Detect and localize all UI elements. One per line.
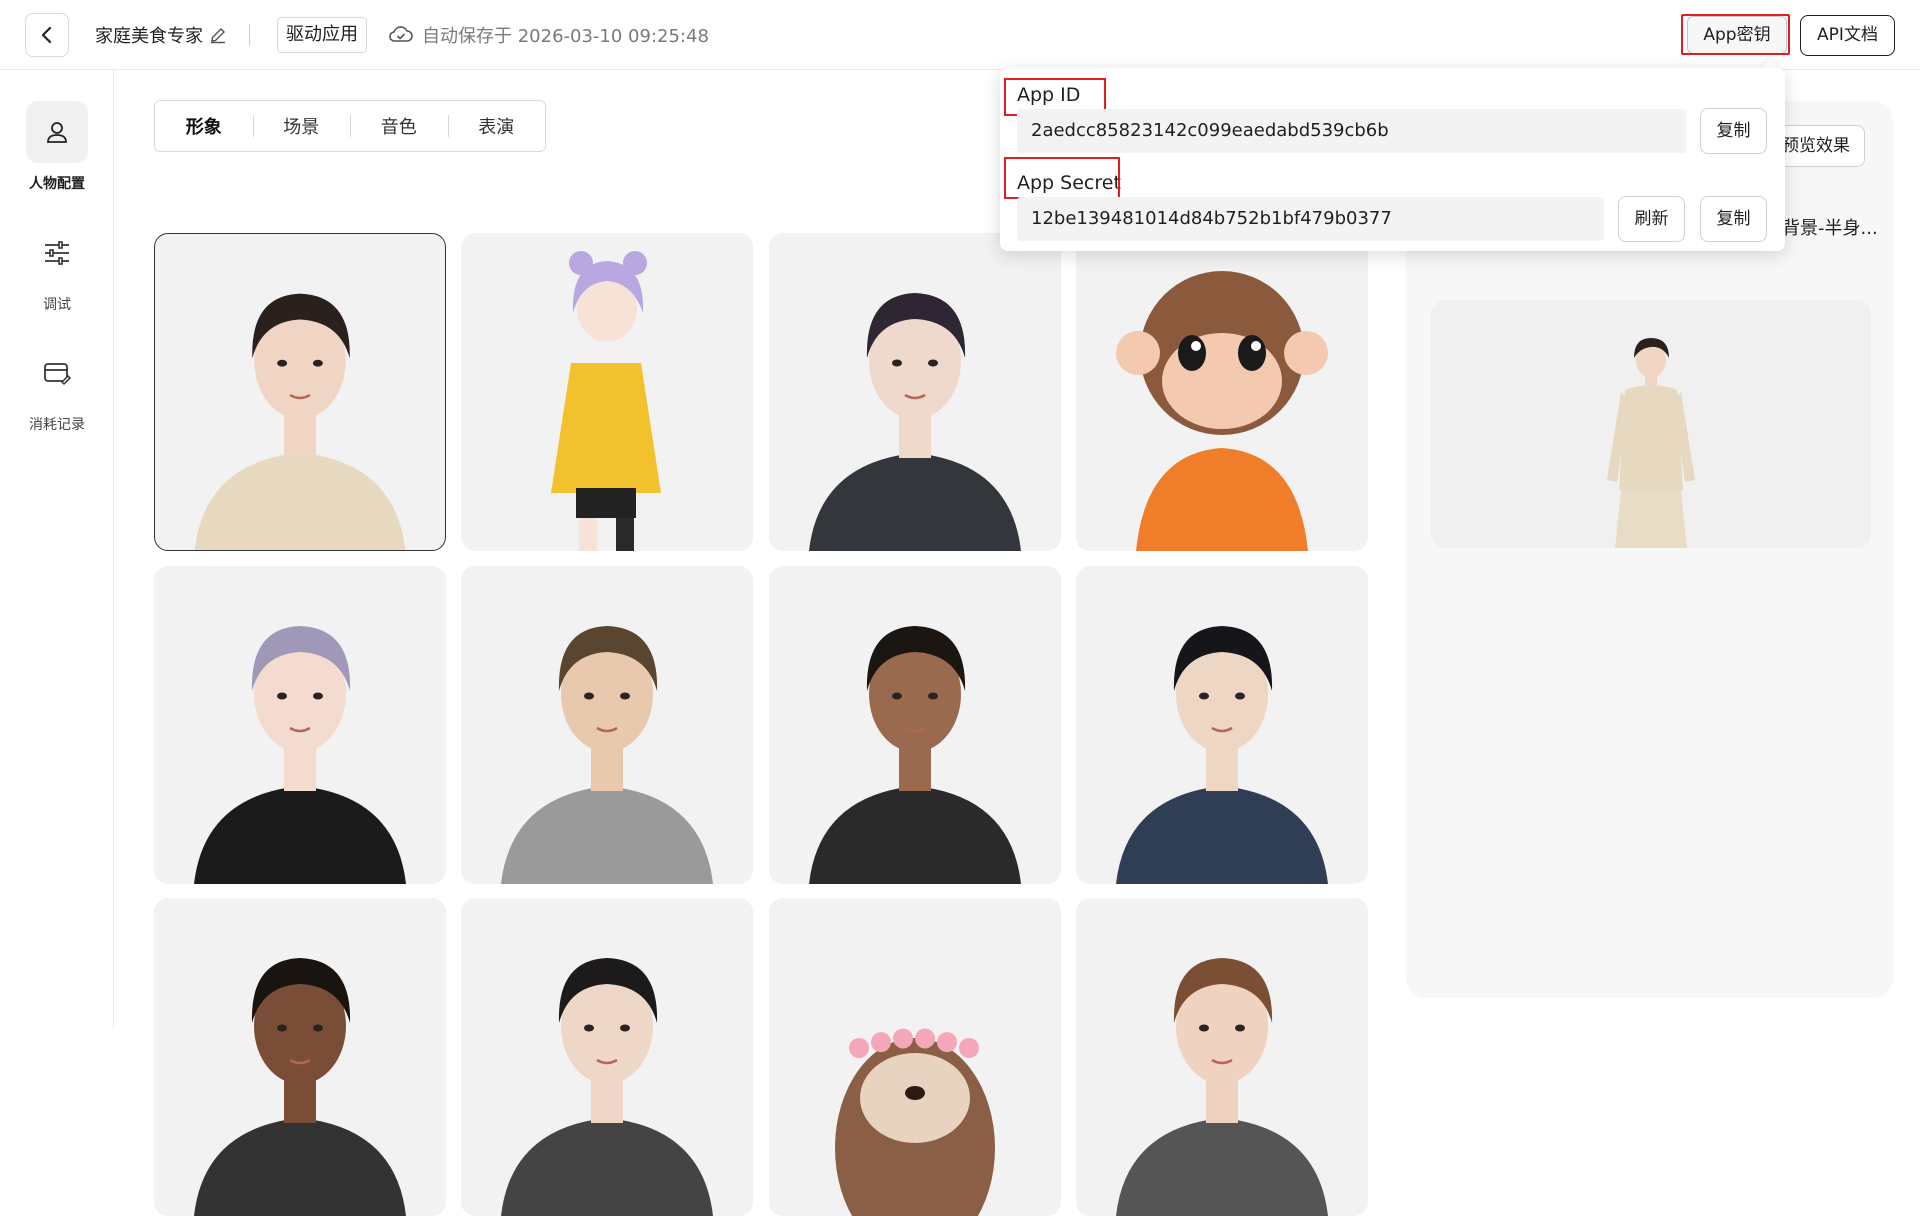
chevron-left-icon <box>41 26 52 44</box>
avatar-image <box>551 251 661 551</box>
sidebar-item-character-config[interactable]: 人物配置 <box>0 101 114 193</box>
avatar-image <box>1116 626 1328 884</box>
avatar-card[interactable] <box>154 233 446 551</box>
autosave-status: 自动保存于 2026-03-10 09:25:48 <box>388 22 709 48</box>
avatar-card[interactable] <box>461 898 753 1216</box>
tab-voice[interactable]: 音色 <box>350 113 448 139</box>
app-key-button[interactable]: App密钥 <box>1687 16 1787 54</box>
avatar-preview <box>1431 300 1871 548</box>
sidebar-item-label: 消耗记录 <box>29 417 85 433</box>
sidebar-item-usage-records[interactable]: 消耗记录 <box>0 342 114 434</box>
tab-avatar[interactable]: 形象 <box>155 113 253 139</box>
copy-app-id-button[interactable]: 复制 <box>1700 108 1767 154</box>
avatar-card[interactable] <box>1076 898 1368 1216</box>
avatar-image <box>501 958 713 1216</box>
avatar-image <box>1116 958 1328 1216</box>
avatar-card[interactable] <box>1076 566 1368 884</box>
avatar-image <box>501 626 713 884</box>
card-icon <box>26 342 88 404</box>
app-secret-value[interactable]: 12be139481014d84b752b1bf479b0377 <box>1017 197 1604 241</box>
avatar-card[interactable] <box>1076 233 1368 551</box>
person-icon <box>26 101 88 163</box>
sidebar-item-label: 人物配置 <box>29 176 85 192</box>
app-secret-label: App Secret <box>1017 172 1121 194</box>
back-button[interactable] <box>25 13 69 57</box>
top-bar: 家庭美食专家 驱动应用 自动保存于 2026-03-10 09:25:48 Ap… <box>0 0 1920 70</box>
tab-performance[interactable]: 表演 <box>447 113 546 139</box>
avatar-card[interactable] <box>769 233 1061 551</box>
avatar-image <box>1116 271 1328 551</box>
avatar-image <box>194 958 406 1216</box>
header-divider <box>249 24 250 46</box>
avatar-card[interactable] <box>769 566 1061 884</box>
refresh-secret-button[interactable]: 刷新 <box>1618 196 1685 242</box>
avatar-card[interactable] <box>154 566 446 884</box>
sidebar: 人物配置 调试 消耗记录 <box>0 70 114 1028</box>
edit-icon[interactable] <box>209 26 227 44</box>
cloud-icon <box>389 26 413 42</box>
config-tabs: 形象 场景 音色 表演 <box>154 100 546 152</box>
api-doc-button[interactable]: API文档 <box>1800 15 1895 56</box>
avatar-card[interactable] <box>461 233 753 551</box>
app-id-label: App ID <box>1017 84 1081 106</box>
avatar-card[interactable] <box>461 566 753 884</box>
app-id-value[interactable]: 2aedcc85823142c099eaedabd539cb6b <box>1017 109 1686 153</box>
copy-app-secret-button[interactable]: 复制 <box>1700 196 1767 242</box>
sidebar-item-debug[interactable]: 调试 <box>0 222 114 314</box>
preview-figure <box>1607 338 1695 548</box>
avatar-card[interactable] <box>154 898 446 1216</box>
avatar-image <box>809 626 1021 884</box>
app-name-text: 家庭美食专家 <box>95 26 203 47</box>
autosave-text: 自动保存于 2026-03-10 09:25:48 <box>422 26 709 47</box>
avatar-image <box>835 1028 995 1216</box>
tab-scene[interactable]: 场景 <box>252 113 351 139</box>
sidebar-item-label: 调试 <box>43 297 71 313</box>
app-key-popover: App ID 2aedcc85823142c099eaedabd539cb6b … <box>1000 68 1785 251</box>
avatar-image <box>194 293 406 550</box>
avatar-image <box>809 293 1021 551</box>
drive-app-button[interactable]: 驱动应用 <box>277 17 367 53</box>
background-label: 背景-半身... <box>1782 218 1878 239</box>
avatar-image <box>194 626 406 884</box>
sliders-icon <box>26 222 88 284</box>
avatar-card[interactable] <box>769 898 1061 1216</box>
app-name[interactable]: 家庭美食专家 <box>95 22 227 48</box>
